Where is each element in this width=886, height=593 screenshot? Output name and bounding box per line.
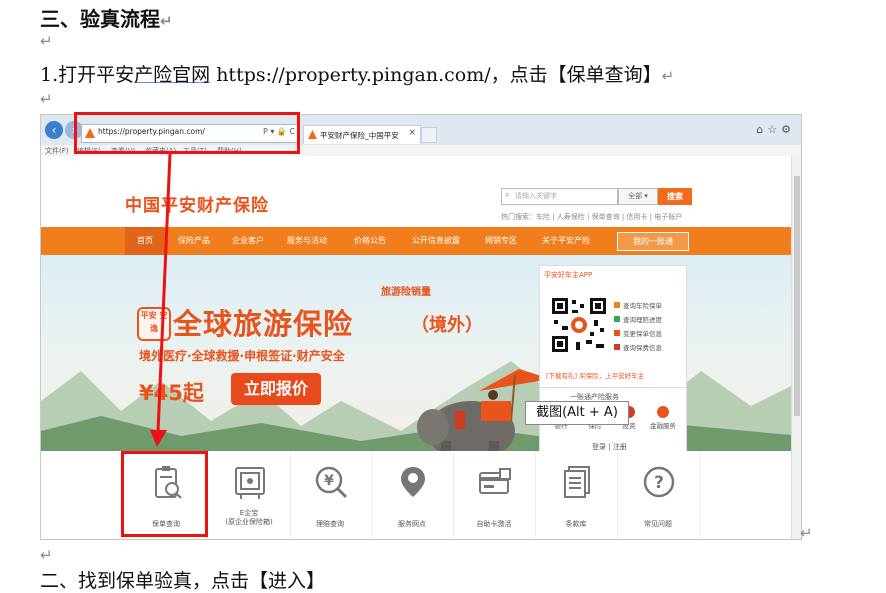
return-mark: ↵ (800, 524, 813, 542)
step-2-text-partial: 二、找到保单验真，点击【进入】 (40, 570, 326, 592)
arrow-annotation (150, 153, 172, 447)
return-mark: ↵ (40, 546, 53, 564)
